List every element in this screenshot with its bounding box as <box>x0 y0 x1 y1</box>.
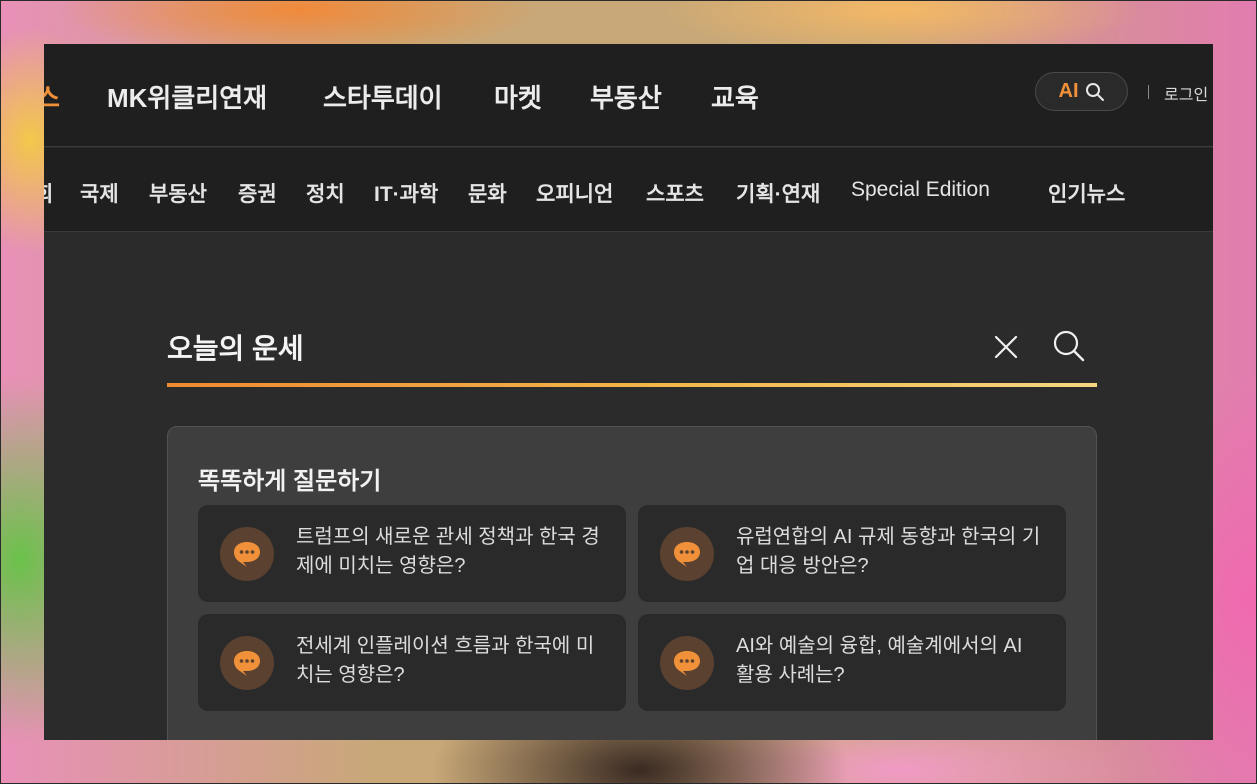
category-item-politics[interactable]: 정치 <box>306 178 345 208</box>
nav-divider <box>1148 85 1149 99</box>
search-input[interactable] <box>167 324 977 370</box>
suggestion-text: 트럼프의 새로운 관세 정책과 한국 경제에 미치는 영향은? <box>296 526 600 577</box>
chat-bubble-icon <box>220 527 274 581</box>
top-nav-item-real-estate[interactable]: 부동산 <box>590 78 662 115</box>
category-item-features[interactable]: 기획·연재 <box>736 178 820 208</box>
suggestion-text: 전세계 인플레이션 흐름과 한국에 미치는 영향은? <box>296 635 595 686</box>
top-nav: 스 MK위클리연재 스타투데이 마켓 부동산 교육 AI 로그인 <box>44 44 1213 147</box>
category-item-partial[interactable]: 회 <box>44 178 53 208</box>
category-nav: 회 국제 부동산 증권 정치 IT·과학 문화 오피니언 스포츠 기획·연재 S… <box>44 148 1213 232</box>
suggestion-card[interactable]: 전세계 인플레이션 흐름과 한국에 미치는 영향은? <box>198 614 626 711</box>
category-item-sports[interactable]: 스포츠 <box>646 178 704 208</box>
suggestion-card[interactable]: AI와 예술의 융합, 예술계에서의 AI 활용 사례는? <box>638 614 1066 711</box>
chat-bubble-icon <box>660 636 714 690</box>
suggestion-panel: 똑똑하게 질문하기 트럼프의 새로운 관세 정책과 한국 경제에 미치는 영향은… <box>167 426 1097 740</box>
category-item-real-estate[interactable]: 부동산 <box>149 178 207 208</box>
top-nav-item-education[interactable]: 교육 <box>711 78 759 115</box>
suggestion-card[interactable]: 유럽연합의 AI 규제 동향과 한국의 기업 대응 방안은? <box>638 505 1066 602</box>
category-item-special-edition[interactable]: Special Edition <box>851 178 990 202</box>
top-nav-item-star-today[interactable]: 스타투데이 <box>323 78 443 115</box>
suggestion-text: AI와 예술의 융합, 예술계에서의 AI 활용 사례는? <box>736 635 1023 686</box>
top-nav-item-partial[interactable]: 스 <box>44 78 60 115</box>
suggestion-text: 유럽연합의 AI 규제 동향과 한국의 기업 대응 방안은? <box>736 526 1041 577</box>
login-link[interactable]: 로그인 <box>1164 81 1208 105</box>
ai-label: AI <box>1058 80 1079 102</box>
search-bar <box>167 324 1097 388</box>
close-icon[interactable] <box>993 334 1019 360</box>
chat-bubble-icon <box>660 527 714 581</box>
category-item-popular-news[interactable]: 인기뉴스 <box>1048 178 1125 208</box>
top-nav-item-market[interactable]: 마켓 <box>494 78 542 115</box>
category-item-international[interactable]: 국제 <box>80 178 119 208</box>
chat-bubble-icon <box>220 636 274 690</box>
category-item-securities[interactable]: 증권 <box>238 178 277 208</box>
category-item-it-science[interactable]: IT·과학 <box>374 178 438 208</box>
category-item-opinion[interactable]: 오피니언 <box>536 178 613 208</box>
search-icon[interactable] <box>1051 328 1087 364</box>
search-underline <box>167 383 1097 387</box>
browser-page: 스 MK위클리연재 스타투데이 마켓 부동산 교육 AI 로그인 회 국제 부동… <box>44 44 1213 740</box>
ai-search-button[interactable]: AI <box>1035 72 1128 111</box>
search-icon <box>1085 82 1104 101</box>
suggestion-card[interactable]: 트럼프의 새로운 관세 정책과 한국 경제에 미치는 영향은? <box>198 505 626 602</box>
category-item-culture[interactable]: 문화 <box>468 178 507 208</box>
top-nav-item-mk-weekly[interactable]: MK위클리연재 <box>107 78 267 115</box>
suggestion-title: 똑똑하게 질문하기 <box>198 468 382 495</box>
